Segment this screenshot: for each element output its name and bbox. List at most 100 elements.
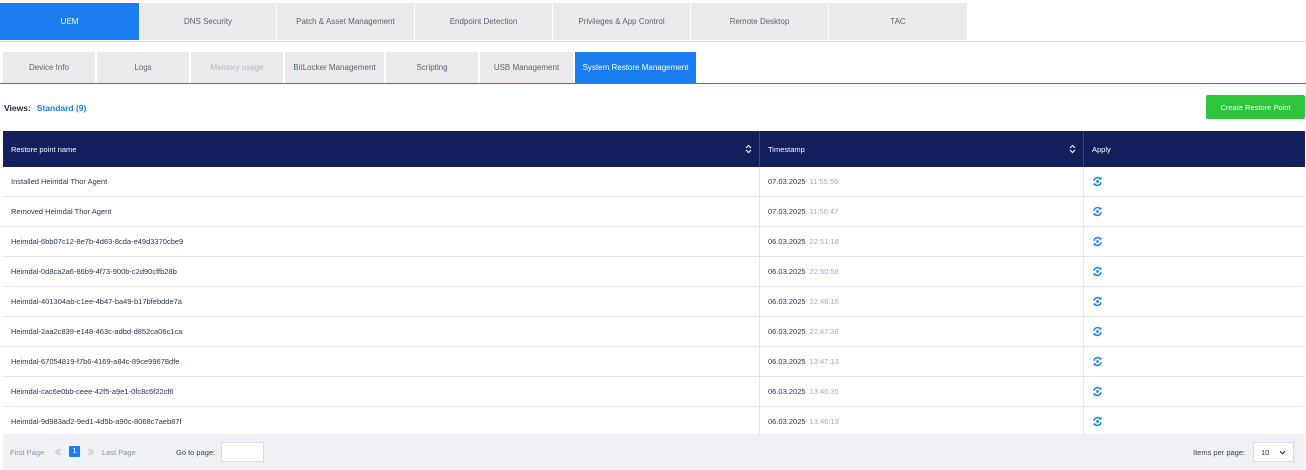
tab-label: Scripting — [416, 63, 448, 72]
restore-point-name-cell: Heimdal-2aa2c839-e148-463c-adbd-d852ca06… — [3, 317, 760, 346]
views-standard-link[interactable]: Standard (9) — [37, 103, 87, 113]
timestamp-time: 11:50:47 — [809, 207, 839, 216]
timestamp-cell: 06.03.2025 13:46:13 — [760, 407, 1084, 436]
go-to-page-input[interactable] — [221, 442, 264, 462]
column-header-label: Restore point name — [11, 144, 77, 154]
items-per-page-select[interactable]: 10 — [1253, 442, 1294, 462]
timestamp-time: 11:55:56 — [809, 177, 839, 186]
restore-point-name-cell: Heimdal-6bb07c12-8e7b-4d63-8cda-e49d3370… — [3, 227, 760, 256]
sub-tab-bar: Device Info Logs Memory usage BitLocker … — [0, 52, 1306, 84]
tab-dns-security[interactable]: DNS Security — [140, 3, 277, 40]
timestamp-cell: 07.03.2025 11:55:56 — [760, 167, 1084, 196]
tab-tac[interactable]: TAC — [829, 3, 968, 40]
restore-point-name: Heimdal-0d8ca2a6-86b9-4f73-900b-c2d90cff… — [11, 267, 177, 276]
tab-logs[interactable]: Logs — [97, 52, 189, 83]
tab-label: Remote Desktop — [729, 17, 790, 26]
restore-sync-icon[interactable] — [1092, 206, 1103, 217]
restore-sync-icon[interactable] — [1092, 386, 1103, 397]
tab-label: Privileges & App Control — [578, 17, 665, 26]
timestamp-cell: 06.03.2025 13:47:13 — [760, 347, 1084, 376]
restore-points-table: Restore point name Timestamp Apply Insta… — [3, 131, 1305, 437]
apply-cell — [1084, 347, 1305, 376]
sort-icon[interactable] — [744, 144, 753, 154]
timestamp-cell: 06.03.2025 22:48:16 — [760, 287, 1084, 316]
restore-point-name-cell: Heimdal-0d8ca2a6-86b9-4f73-900b-c2d90cff… — [3, 257, 760, 286]
restore-point-name-cell: Heimdal-401304ab-c1ee-4b47-ba49-b17bfebd… — [3, 287, 760, 316]
tab-remote-desktop[interactable]: Remote Desktop — [691, 3, 829, 40]
tab-label: DNS Security — [183, 17, 232, 26]
column-header-label: Apply — [1092, 144, 1111, 154]
tab-privileges-app-control[interactable]: Privileges & App Control — [553, 3, 691, 40]
tab-endpoint-detection[interactable]: Endpoint Detection — [415, 3, 553, 40]
apply-cell — [1084, 227, 1305, 256]
tab-label: USB Management — [493, 63, 560, 72]
table-row: Heimdal-0d8ca2a6-86b9-4f73-900b-c2d90cff… — [3, 257, 1305, 287]
apply-cell — [1084, 317, 1305, 346]
timestamp-time: 22:50:58 — [809, 267, 839, 276]
tab-bitlocker-management[interactable]: BitLocker Management — [285, 52, 384, 83]
tab-scripting[interactable]: Scripting — [386, 52, 478, 83]
tab-usb-management[interactable]: USB Management — [480, 52, 573, 83]
restore-sync-icon[interactable] — [1092, 356, 1103, 367]
table-header: Restore point name Timestamp Apply — [3, 131, 1305, 167]
tab-label: System Restore Management — [582, 63, 689, 72]
create-restore-point-button[interactable]: Create Restore Point — [1206, 95, 1305, 119]
table-row: Heimdal-401304ab-c1ee-4b47-ba49-b17bfebd… — [3, 287, 1305, 317]
column-header-label: Timestamp — [768, 144, 805, 154]
tab-label: Logs — [134, 63, 152, 72]
page-number-current[interactable]: 1 — [69, 446, 80, 457]
timestamp-date: 06.03.2025 — [768, 237, 806, 246]
timestamp-cell: 06.03.2025 22:47:38 — [760, 317, 1084, 346]
restore-sync-icon[interactable] — [1092, 266, 1103, 277]
timestamp-time: 22:51:18 — [809, 237, 839, 246]
table-row: Heimdal-6bb07c12-8e7b-4d63-8cda-e49d3370… — [3, 227, 1305, 257]
restore-sync-icon[interactable] — [1092, 296, 1103, 307]
timestamp-date: 06.03.2025 — [768, 327, 806, 336]
restore-sync-icon[interactable] — [1092, 176, 1103, 187]
timestamp-cell: 06.03.2025 22:51:18 — [760, 227, 1084, 256]
apply-cell — [1084, 167, 1305, 196]
module-tab-bar: UEM DNS Security Patch & Asset Managemen… — [0, 0, 1306, 42]
restore-sync-icon[interactable] — [1092, 326, 1103, 337]
views-selector: Views: Standard (9) — [4, 101, 86, 115]
table-row: Heimdal-9d983ad2-9ed1-4d5b-a90c-8068c7ae… — [3, 407, 1305, 437]
timestamp-time: 13:46:35 — [809, 387, 839, 396]
table-row: Heimdal-67054819-f7b6-4169-a84c-89ce9967… — [3, 347, 1305, 377]
column-header-timestamp[interactable]: Timestamp — [760, 131, 1084, 167]
apply-cell — [1084, 287, 1305, 316]
restore-sync-icon[interactable] — [1092, 416, 1103, 427]
restore-sync-icon[interactable] — [1092, 236, 1103, 247]
tab-patch-asset-management[interactable]: Patch & Asset Management — [277, 3, 415, 40]
views-label: Views: — [4, 103, 31, 113]
pagination-bar: First Page 1 Last Page Go to page: Items… — [3, 434, 1305, 470]
items-per-page-label: Items per page: — [1193, 447, 1246, 457]
restore-point-name: Heimdal-9d983ad2-9ed1-4d5b-a90c-8068c7ae… — [11, 417, 182, 426]
restore-point-name: Removed Heimdal Thor Agent — [11, 207, 112, 216]
restore-point-name: Heimdal-2aa2c839-e148-463c-adbd-d852ca06… — [11, 327, 183, 336]
chevron-down-icon — [1279, 450, 1286, 455]
column-header-name[interactable]: Restore point name — [3, 131, 760, 167]
tab-uem[interactable]: UEM — [0, 3, 140, 40]
apply-cell — [1084, 377, 1305, 406]
last-page-link[interactable]: Last Page — [102, 434, 136, 470]
tab-label: Patch & Asset Management — [296, 17, 395, 26]
tab-system-restore-management[interactable]: System Restore Management — [575, 52, 696, 83]
first-page-link[interactable]: First Page — [10, 434, 44, 470]
tab-label: TAC — [890, 17, 906, 26]
table-row: Heimdal-cac6e0bb-ceee-42f5-a9e1-0fc8c6f2… — [3, 377, 1305, 407]
tab-label: Endpoint Detection — [449, 17, 518, 26]
restore-point-name: Installed Heimdal Thor Agent — [11, 177, 108, 186]
chevron-left-icon[interactable] — [54, 448, 62, 456]
restore-point-name-cell: Heimdal-9d983ad2-9ed1-4d5b-a90c-8068c7ae… — [3, 407, 760, 436]
chevron-right-icon[interactable] — [87, 448, 95, 456]
timestamp-date: 07.03.2025 — [768, 207, 806, 216]
sort-icon[interactable] — [1068, 144, 1077, 154]
timestamp-date: 06.03.2025 — [768, 417, 806, 426]
timestamp-date: 06.03.2025 — [768, 387, 806, 396]
table-row: Removed Heimdal Thor Agent 07.03.2025 11:… — [3, 197, 1305, 227]
restore-point-name: Heimdal-cac6e0bb-ceee-42f5-a9e1-0fc8c6f2… — [11, 387, 174, 396]
tab-label: Memory usage — [210, 63, 264, 72]
tab-memory-usage: Memory usage — [191, 52, 283, 83]
tab-device-info[interactable]: Device Info — [3, 52, 95, 83]
apply-cell — [1084, 407, 1305, 436]
